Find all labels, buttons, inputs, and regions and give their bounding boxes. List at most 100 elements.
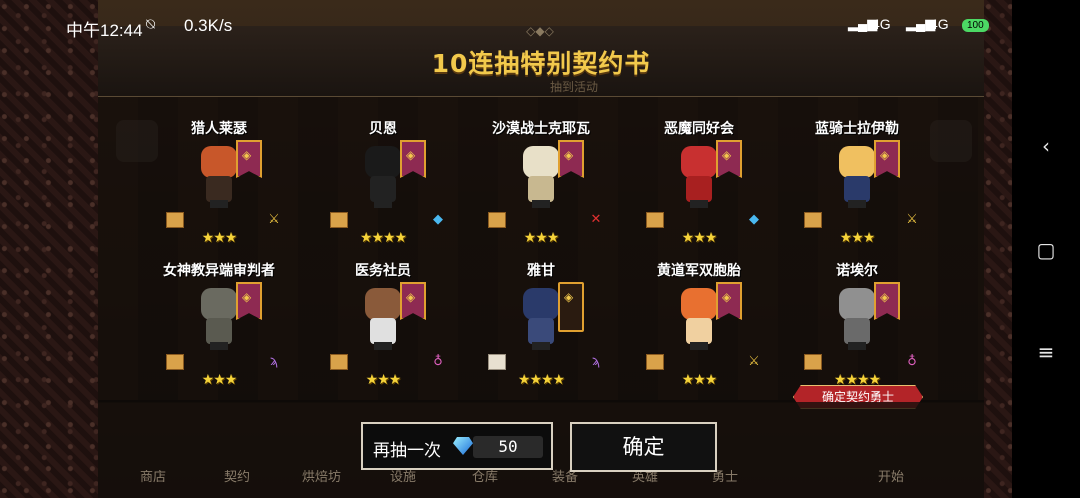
element-banner-icon: ◈ (558, 282, 584, 332)
hero-stars: ★★★★ (517, 372, 565, 388)
element-banner-icon: ◈ (236, 140, 262, 178)
hero-name: 恶魔同好会 (664, 121, 734, 137)
draw-again-label: 再抽一次 (373, 441, 441, 461)
draw-again-button[interactable]: 再抽一次 50 (361, 422, 553, 470)
hero-head (681, 288, 717, 320)
scroll-icon (646, 212, 664, 228)
scroll-icon (804, 354, 822, 370)
hero-legs (210, 200, 228, 208)
hero-body (528, 318, 554, 344)
battery-icon: 100 (962, 19, 989, 32)
banner-emblem-icon: ◈ (564, 148, 574, 162)
hero-body (370, 318, 396, 344)
hero-name: 沙漠战士克耶瓦 (492, 121, 590, 137)
hero-head (839, 146, 875, 178)
crossed-swords-icon: ✕ (590, 212, 602, 227)
hero-head (839, 288, 875, 320)
hero-body (844, 318, 870, 344)
hero-name: 医务社员 (355, 263, 411, 279)
hero-card[interactable]: 猎人莱瑟 ◈ ⚔ ★★★ (134, 118, 304, 263)
sword-icon: ⚔ (268, 212, 280, 227)
element-banner-icon: ◈ (716, 282, 742, 320)
hero-body (844, 176, 870, 202)
element-banner-icon: ◈ (558, 140, 584, 178)
home-icon[interactable]: ▢ (1012, 238, 1080, 262)
alarm-off-icon: ⍉ (146, 16, 156, 33)
hero-card[interactable]: 蓝骑士拉伊勒 ◈ ⚔ ★★★ (772, 118, 942, 263)
hero-body (370, 176, 396, 202)
hero-body (206, 176, 232, 202)
banner-emblem-icon: ◈ (242, 148, 252, 162)
hero-card[interactable]: 黄道军双胞胎 ◈ ⚔ ★★★ (614, 260, 784, 405)
hero-card[interactable]: 贝恩 ◈ ◆ ★★★★ (298, 118, 468, 263)
hero-stars: ★★★ (201, 230, 238, 246)
game-screen: ◇◆◇ 10连抽特别契约书 抽到活动 猎人莱瑟 ◈ ⚔ ★★★ 贝恩 ◈ ◆ ★… (0, 0, 1080, 498)
scroll-icon (646, 354, 664, 370)
header-subtitle: 抽到活动 (550, 80, 599, 94)
hero-name: 猎人莱瑟 (191, 121, 247, 137)
bottom-menu-label: 商店 (140, 470, 167, 485)
hero-head (523, 288, 559, 320)
right-border-pattern (984, 0, 1012, 498)
hero-body (686, 176, 712, 202)
hero-stars: ★★★ (201, 372, 238, 388)
hero-stars: ★★★ (365, 372, 402, 388)
element-banner-icon: ◈ (874, 282, 900, 320)
bottom-menu-label: 开始 (878, 470, 905, 485)
banner-emblem-icon: ◈ (722, 148, 732, 162)
staff-icon: ϡ (591, 354, 601, 369)
hero-card[interactable]: 恶魔同好会 ◈ ◆ ★★★ (614, 118, 784, 263)
hero-legs (532, 200, 550, 208)
hero-legs (374, 342, 392, 350)
hero-head (523, 146, 559, 178)
signal-type-1: 4G (872, 16, 891, 32)
hero-legs (690, 200, 708, 208)
hero-card[interactable]: 雅甘 ◈ ϡ ★★★★ (456, 260, 626, 405)
hero-legs (848, 342, 866, 350)
hero-body (686, 318, 712, 344)
hero-card[interactable]: 诺埃尔 ◈ ♁ ★★★★ (772, 260, 942, 405)
banner-emblem-icon: ◈ (406, 148, 416, 162)
banner-emblem-icon: ◈ (880, 148, 890, 162)
hero-legs (210, 342, 228, 350)
scroll-icon (330, 354, 348, 370)
system-nav-bar: ‹ ▢ ≡ (1012, 0, 1080, 498)
confirm-button[interactable]: 确定 (570, 422, 717, 472)
hero-head (681, 146, 717, 178)
draw-cost: 50 (498, 437, 518, 456)
hero-card[interactable]: 医务社员 ◈ ♁ ★★★ (298, 260, 468, 405)
banner-emblem-icon: ◈ (722, 290, 732, 304)
scroll-icon (488, 212, 506, 228)
scroll-icon (804, 212, 822, 228)
hero-stars: ★★★★ (359, 230, 407, 246)
network-speed: 0.3K/s (184, 16, 233, 35)
banner-emblem-icon: ◈ (880, 290, 890, 304)
hero-legs (374, 200, 392, 208)
potion-icon: ♁ (907, 354, 917, 369)
element-banner-icon: ◈ (400, 282, 426, 320)
hero-card[interactable]: 沙漠战士克耶瓦 ◈ ✕ ★★★ (456, 118, 626, 263)
hero-legs (532, 342, 550, 350)
scroll-icon (166, 212, 184, 228)
banner-emblem-icon: ◈ (406, 290, 416, 304)
hero-body (206, 318, 232, 344)
sword-icon: ⚔ (906, 212, 918, 227)
hero-stars: ★★★ (681, 372, 718, 388)
hero-legs (848, 200, 866, 208)
bottom-menu-label: 契约 (224, 470, 251, 485)
hero-name: 诺埃尔 (836, 263, 878, 279)
banner-emblem-icon: ◈ (564, 290, 574, 304)
scroll-icon (488, 354, 506, 370)
gem-blue-icon: ◆ (749, 212, 759, 227)
status-time: 中午12:44 (66, 21, 143, 40)
element-banner-icon: ◈ (400, 140, 426, 178)
element-banner-icon: ◈ (874, 140, 900, 178)
hero-name: 蓝骑士拉伊勒 (815, 121, 899, 137)
hero-stars: ★★★ (839, 230, 876, 246)
bottom-menu-label: 烘焙坊 (302, 470, 342, 485)
menu-icon[interactable]: ≡ (1012, 340, 1080, 364)
back-icon[interactable]: ‹ (1012, 134, 1080, 158)
element-banner-icon: ◈ (716, 140, 742, 178)
hero-card[interactable]: 女神教异端审判者 ◈ ϡ ★★★ (134, 260, 304, 405)
left-border-pattern (0, 0, 98, 498)
